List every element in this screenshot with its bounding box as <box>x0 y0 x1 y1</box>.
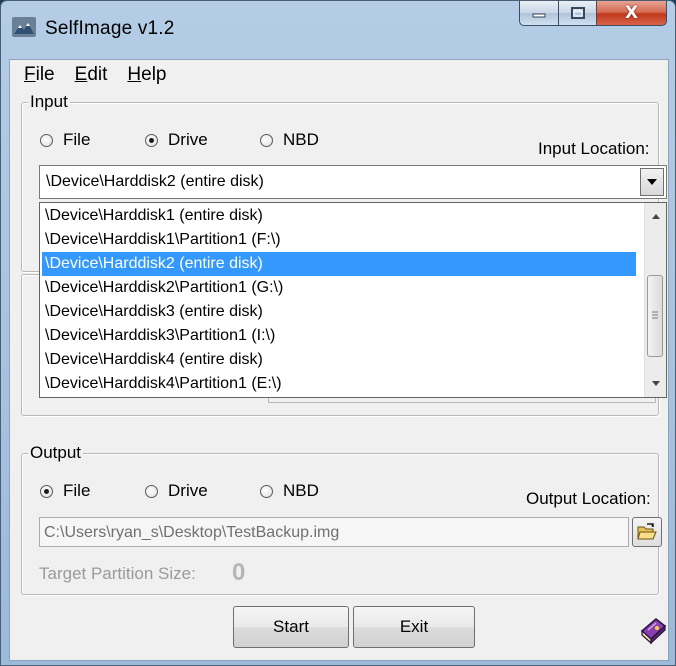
input-location-dropdown-list[interactable]: \Device\Harddisk1 (entire disk) \Device\… <box>39 202 667 398</box>
input-radio-drive[interactable]: Drive <box>145 130 208 150</box>
start-button[interactable]: Start <box>233 606 349 648</box>
minimize-icon <box>532 13 546 18</box>
output-path-value: C:\Users\ryan_s\Desktop\TestBackup.img <box>44 524 340 541</box>
output-path-field[interactable]: C:\Users\ryan_s\Desktop\TestBackup.img <box>39 517 629 547</box>
input-radio-file[interactable]: File <box>40 130 90 150</box>
menu-file-mnemonic: F <box>24 64 36 85</box>
caption-buttons: X <box>519 1 667 27</box>
scroll-down-button[interactable] <box>645 373 666 395</box>
menu-edit-mnemonic: E <box>74 64 88 85</box>
dropdown-option[interactable]: \Device\Harddisk4 (entire disk) <box>42 348 636 372</box>
menu-help[interactable]: Help <box>127 64 166 86</box>
arrow-down-icon <box>651 381 660 386</box>
menu-edit[interactable]: Edit <box>75 64 108 86</box>
output-location-label: Output Location: <box>526 489 651 508</box>
arrow-up-icon <box>651 214 660 219</box>
output-radio-drive-label: Drive <box>168 481 208 500</box>
input-radio-nbd[interactable]: NBD <box>260 130 319 150</box>
dropdown-option[interactable]: \Device\Harddisk1 (entire disk) <box>42 204 636 228</box>
exit-button[interactable]: Exit <box>353 606 475 648</box>
close-button[interactable]: X <box>597 1 667 26</box>
close-icon: X <box>624 3 639 23</box>
output-group-label: Output <box>28 443 84 463</box>
input-location-label: Input Location: <box>538 139 650 158</box>
selfimage-window: SelfImage v1.2 X File Edit Help Input Fi… <box>0 0 676 666</box>
browse-output-button[interactable] <box>632 517 662 547</box>
dropdown-option[interactable]: \Device\Harddisk4\Partition1 (E:\) <box>42 372 636 396</box>
menu-bar: File Edit Help <box>10 60 668 90</box>
dropdown-option[interactable]: \Device\Harddisk2\Partition1 (G:\) <box>42 276 636 300</box>
menu-edit-rest: dit <box>87 64 108 85</box>
output-radio-nbd-indicator <box>260 484 273 498</box>
menu-help-rest: elp <box>141 64 167 85</box>
output-radio-file[interactable]: File <box>40 481 90 501</box>
window-title: SelfImage v1.2 <box>45 18 175 39</box>
maximize-button[interactable] <box>559 1 597 26</box>
scroll-up-button[interactable] <box>645 205 666 227</box>
book-icon[interactable] <box>638 613 668 647</box>
input-location-value: \Device\Harddisk2 (entire disk) <box>46 173 264 190</box>
dropdown-option[interactable]: \Device\Harddisk1\Partition1 (F:\) <box>42 228 636 252</box>
chevron-down-icon <box>647 179 657 185</box>
target-partition-size-label: Target Partition Size: <box>39 564 196 583</box>
menu-file[interactable]: File <box>24 64 55 86</box>
input-group-label: Input <box>28 92 70 112</box>
output-radio-drive[interactable]: Drive <box>145 481 208 501</box>
output-radio-nbd[interactable]: NBD <box>260 481 319 501</box>
input-radio-file-label: File <box>63 130 91 149</box>
dropdown-option[interactable]: \Device\Harddisk3 (entire disk) <box>42 300 636 324</box>
selfimage-app-icon <box>12 17 36 37</box>
minimize-button[interactable] <box>519 1 559 26</box>
input-location-combobox[interactable]: \Device\Harddisk2 (entire disk) <box>39 165 667 199</box>
menu-help-mnemonic: H <box>127 64 142 85</box>
output-radio-file-label: File <box>63 481 91 500</box>
output-radio-nbd-label: NBD <box>283 481 319 500</box>
scrollbar-thumb[interactable] <box>647 275 663 357</box>
dropdown-option-selected[interactable]: \Device\Harddisk2 (entire disk) <box>42 252 636 276</box>
grip-icon <box>652 311 658 319</box>
open-folder-icon <box>637 523 657 540</box>
input-radio-drive-indicator <box>145 133 158 147</box>
output-radio-drive-indicator <box>145 484 158 498</box>
dropdown-scrollbar[interactable] <box>644 203 666 397</box>
menu-file-rest: ile <box>35 64 55 85</box>
maximize-icon <box>570 7 585 19</box>
input-radio-nbd-label: NBD <box>283 130 319 149</box>
input-radio-nbd-indicator <box>260 133 273 147</box>
input-radio-drive-label: Drive <box>168 130 208 149</box>
input-radio-file-indicator <box>40 133 53 147</box>
target-partition-size-value: 0 <box>232 559 246 586</box>
output-radio-file-indicator <box>40 484 53 498</box>
title-bar[interactable]: SelfImage v1.2 X <box>1 1 675 59</box>
dropdown-option[interactable]: \Device\Harddisk3\Partition1 (I:\) <box>42 324 636 348</box>
client-area: File Edit Help Input File Drive NBD Inpu… <box>9 59 669 661</box>
combobox-dropdown-button[interactable] <box>640 168 664 196</box>
